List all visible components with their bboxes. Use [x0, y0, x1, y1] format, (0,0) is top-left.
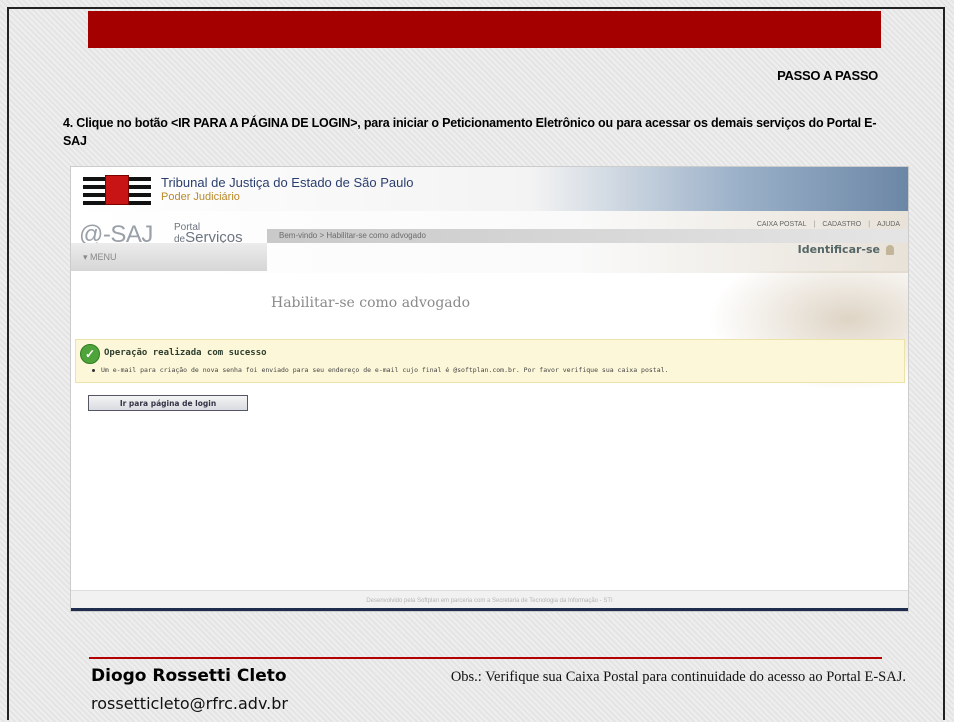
- success-detail: Um e-mail para criação de nova senha foi…: [92, 366, 668, 374]
- footer-bar: [71, 608, 908, 611]
- tj-subtitle: Poder Judiciário: [161, 191, 240, 203]
- page-title: Habilitar-se como advogado: [271, 295, 471, 311]
- observation-note: Obs.: Verifique sua Caixa Postal para co…: [450, 669, 906, 685]
- success-message-box: ✓ Operação realizada com sucesso Um e-ma…: [75, 339, 905, 383]
- author-email: rossetticleto@rfrc.adv.br: [91, 694, 288, 713]
- step-label: PASSO A PASSO: [777, 68, 878, 83]
- top-links: CAIXA POSTAL | CADASTRO | AJUDA: [756, 221, 900, 228]
- esaj-screenshot: Tribunal de Justiça do Estado de São Pau…: [70, 166, 909, 612]
- footer-divider: [89, 657, 882, 659]
- go-to-login-button[interactable]: Ir para página de login: [88, 395, 248, 411]
- user-icon: [886, 245, 894, 255]
- cadastro-link[interactable]: CADASTRO: [822, 221, 861, 228]
- instruction-text: 4. Clique no botão <IR PARA A PÁGINA DE …: [63, 116, 877, 148]
- checkmark-icon: ✓: [80, 344, 100, 364]
- tj-header: Tribunal de Justiça do Estado de São Pau…: [71, 167, 908, 212]
- portal-servicos-logo: Portal deServiços: [174, 222, 243, 246]
- ajuda-link[interactable]: AJUDA: [877, 221, 900, 228]
- top-red-banner: [88, 11, 881, 48]
- caixa-postal-link[interactable]: CAIXA POSTAL: [757, 221, 807, 228]
- success-title: Operação realizada com sucesso: [104, 348, 267, 358]
- sao-paulo-flag-icon: [83, 175, 151, 205]
- menu-toggle[interactable]: ▾ MENU: [71, 243, 267, 271]
- author-name: Diogo Rossetti Cleto: [91, 666, 287, 686]
- identify-link[interactable]: Identificar-se: [798, 243, 894, 256]
- tj-title: Tribunal de Justiça do Estado de São Pau…: [161, 175, 414, 190]
- breadcrumb: Bem-vindo > Habilitar-se como advogado: [267, 229, 908, 243]
